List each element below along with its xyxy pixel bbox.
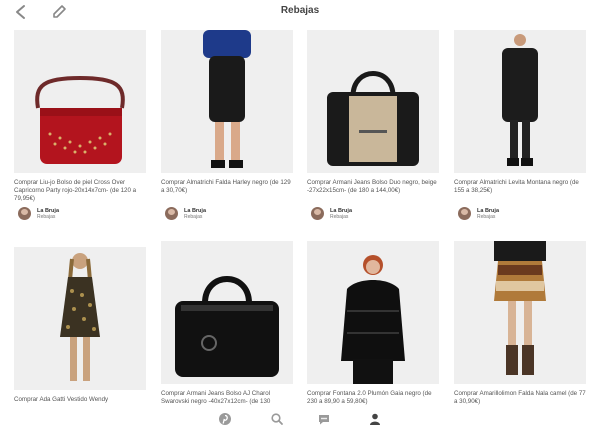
board-name[interactable]: Rebajas [477, 214, 499, 220]
pin-image[interactable] [161, 30, 293, 173]
avatar[interactable] [458, 207, 471, 220]
board-name[interactable]: Rebajas [184, 214, 206, 220]
pin-card[interactable]: Comprar Almatrichi Falda Harley negro (d… [161, 30, 293, 220]
page-title: Rebajas [280, 5, 320, 16]
pin-image[interactable] [161, 241, 293, 384]
avatar[interactable] [311, 207, 324, 220]
pin-card[interactable]: Comprar Amarillolimon Falda Nala camel (… [454, 241, 586, 414]
pin-image[interactable] [307, 30, 439, 173]
pin-card[interactable]: Comprar Armani Jeans Bolso AJ Charol Swa… [161, 241, 293, 414]
pin-card[interactable]: Comprar Almatrichi Levita Montana negro … [454, 30, 586, 220]
pin-card[interactable]: Comprar Liu-jo Bolso de piel Cross Over … [14, 30, 146, 220]
profile-icon[interactable] [368, 412, 382, 426]
pin-image[interactable] [454, 241, 586, 384]
pin-description[interactable]: Comprar Almatrichi Falda Harley negro (d… [161, 179, 293, 203]
pin-attribution[interactable]: La Bruja Rebajas [161, 207, 293, 220]
pin-description[interactable]: Comprar Armani Jeans Bolso Duo negro, be… [307, 179, 439, 203]
bottom-tab-bar [0, 408, 600, 430]
chat-icon[interactable] [317, 412, 331, 426]
search-icon[interactable] [270, 412, 284, 426]
pin-image[interactable] [307, 241, 439, 384]
pin-attribution[interactable]: La Bruja Rebajas [307, 207, 439, 220]
pin-attribution[interactable]: La Bruja Rebajas [454, 207, 586, 220]
pin-card[interactable]: Comprar Armani Jeans Bolso Duo negro, be… [307, 30, 439, 220]
user-name[interactable]: La Bruja [37, 208, 59, 214]
pin-image[interactable] [14, 247, 146, 390]
board-name[interactable]: Rebajas [330, 214, 352, 220]
pin-description[interactable]: Comprar Almatrichi Levita Montana negro … [454, 179, 586, 203]
pin-card[interactable]: Comprar Fontana 2.0 Plumón Gaia negro (d… [307, 241, 439, 414]
user-name[interactable]: La Bruja [184, 208, 206, 214]
pinterest-icon[interactable] [218, 412, 232, 426]
pin-image[interactable] [14, 30, 146, 173]
board-name[interactable]: Rebajas [37, 214, 59, 220]
pin-card[interactable]: Comprar Ada Gatti Vestido Wendy [14, 247, 146, 420]
pin-attribution[interactable]: La Bruja Rebajas [14, 207, 146, 220]
top-bar: Rebajas [0, 0, 600, 24]
avatar[interactable] [18, 207, 31, 220]
pin-image[interactable] [454, 30, 586, 173]
user-name[interactable]: La Bruja [330, 208, 352, 214]
avatar[interactable] [165, 207, 178, 220]
user-name[interactable]: La Bruja [477, 208, 499, 214]
pin-description[interactable]: Comprar Liu-jo Bolso de piel Cross Over … [14, 179, 146, 203]
